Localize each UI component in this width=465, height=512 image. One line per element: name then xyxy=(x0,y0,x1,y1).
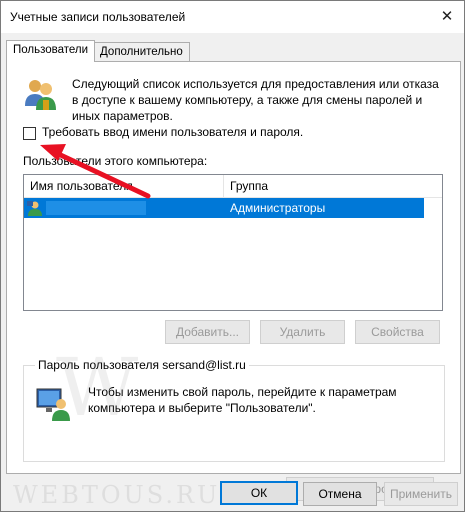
column-header-name[interactable]: Имя пользователя xyxy=(24,175,224,197)
password-group-text: Чтобы изменить свой пароль, перейдите к … xyxy=(88,385,397,415)
user-icon xyxy=(27,201,42,216)
users-list-caption: Пользователи этого компьютера: xyxy=(23,154,208,168)
tab-advanced[interactable]: Дополнительно xyxy=(93,42,190,61)
description-text: Следующий список используется для предос… xyxy=(72,77,439,123)
users-list-header: Имя пользователя Группа xyxy=(24,175,442,198)
watermark-w: W xyxy=(56,341,139,434)
column-header-group[interactable]: Группа xyxy=(224,175,440,197)
title-bar: Учетные записи пользователей ✕ xyxy=(1,1,464,33)
watermark-text: WEBTOUS.RU xyxy=(13,481,221,509)
cancel-button[interactable]: Отмена xyxy=(303,482,377,506)
users-list[interactable]: Имя пользователя Группа Администраторы xyxy=(23,174,443,311)
ok-button[interactable]: ОК xyxy=(220,481,298,505)
table-row[interactable]: Администраторы xyxy=(24,198,424,218)
require-login-label[interactable]: Требовать ввод имени пользователя и паро… xyxy=(42,125,303,139)
apply-button[interactable]: Применить xyxy=(384,482,458,506)
window-title: Учетные записи пользователей xyxy=(10,10,186,24)
tab-users[interactable]: Пользователи xyxy=(6,40,96,62)
close-icon[interactable]: ✕ xyxy=(432,3,462,31)
add-user-button[interactable]: Добавить... xyxy=(165,320,250,344)
user-name-redacted xyxy=(46,201,146,215)
user-accounts-dialog: Учетные записи пользователей ✕ Пользоват… xyxy=(0,0,465,512)
user-group-cell: Администраторы xyxy=(230,201,326,215)
remove-user-button[interactable]: Удалить xyxy=(260,320,345,344)
require-login-checkbox[interactable] xyxy=(23,127,36,140)
properties-button[interactable]: Свойства xyxy=(355,320,440,344)
users-icon xyxy=(25,80,56,110)
